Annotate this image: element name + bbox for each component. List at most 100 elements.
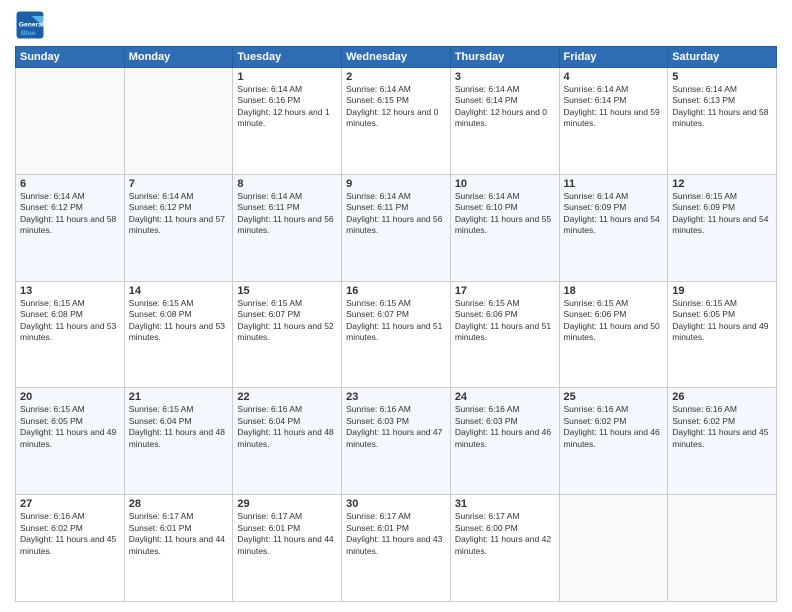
table-row: 15Sunrise: 6:15 AMSunset: 6:07 PMDayligh… [233, 281, 342, 388]
day-header-saturday: Saturday [668, 47, 777, 68]
logo: General Blue [15, 10, 45, 40]
table-row: 5Sunrise: 6:14 AMSunset: 6:13 PMDaylight… [668, 68, 777, 175]
day-number: 18 [564, 285, 664, 297]
day-info: Sunrise: 6:15 AMSunset: 6:05 PMDaylight:… [20, 404, 120, 450]
table-row: 30Sunrise: 6:17 AMSunset: 6:01 PMDayligh… [342, 495, 451, 602]
day-number: 17 [455, 285, 555, 297]
day-info: Sunrise: 6:15 AMSunset: 6:04 PMDaylight:… [129, 404, 229, 450]
table-row: 2Sunrise: 6:14 AMSunset: 6:15 PMDaylight… [342, 68, 451, 175]
table-row [559, 495, 668, 602]
day-info: Sunrise: 6:15 AMSunset: 6:07 PMDaylight:… [346, 298, 446, 344]
day-number: 6 [20, 178, 120, 190]
logo-icon: General Blue [15, 10, 45, 40]
day-number: 30 [346, 498, 446, 510]
day-number: 23 [346, 391, 446, 403]
day-info: Sunrise: 6:14 AMSunset: 6:10 PMDaylight:… [455, 191, 555, 237]
day-info: Sunrise: 6:16 AMSunset: 6:02 PMDaylight:… [564, 404, 664, 450]
day-info: Sunrise: 6:14 AMSunset: 6:11 PMDaylight:… [346, 191, 446, 237]
svg-text:General: General [19, 22, 44, 29]
day-number: 3 [455, 71, 555, 83]
page: General Blue SundayMondayTuesdayWednesda… [0, 0, 792, 612]
day-number: 4 [564, 71, 664, 83]
table-row: 19Sunrise: 6:15 AMSunset: 6:05 PMDayligh… [668, 281, 777, 388]
table-row [668, 495, 777, 602]
day-number: 2 [346, 71, 446, 83]
table-row: 23Sunrise: 6:16 AMSunset: 6:03 PMDayligh… [342, 388, 451, 495]
day-number: 29 [237, 498, 337, 510]
table-row: 12Sunrise: 6:15 AMSunset: 6:09 PMDayligh… [668, 174, 777, 281]
day-number: 26 [672, 391, 772, 403]
day-info: Sunrise: 6:15 AMSunset: 6:07 PMDaylight:… [237, 298, 337, 344]
day-header-friday: Friday [559, 47, 668, 68]
day-number: 25 [564, 391, 664, 403]
day-info: Sunrise: 6:14 AMSunset: 6:14 PMDaylight:… [564, 84, 664, 130]
day-number: 9 [346, 178, 446, 190]
day-number: 10 [455, 178, 555, 190]
header: General Blue [15, 10, 777, 40]
day-header-sunday: Sunday [16, 47, 125, 68]
table-row: 24Sunrise: 6:16 AMSunset: 6:03 PMDayligh… [450, 388, 559, 495]
table-row: 6Sunrise: 6:14 AMSunset: 6:12 PMDaylight… [16, 174, 125, 281]
day-info: Sunrise: 6:17 AMSunset: 6:00 PMDaylight:… [455, 511, 555, 557]
table-row [16, 68, 125, 175]
table-row: 4Sunrise: 6:14 AMSunset: 6:14 PMDaylight… [559, 68, 668, 175]
table-row: 7Sunrise: 6:14 AMSunset: 6:12 PMDaylight… [124, 174, 233, 281]
day-info: Sunrise: 6:14 AMSunset: 6:14 PMDaylight:… [455, 84, 555, 130]
table-row: 9Sunrise: 6:14 AMSunset: 6:11 PMDaylight… [342, 174, 451, 281]
day-number: 24 [455, 391, 555, 403]
day-number: 12 [672, 178, 772, 190]
day-info: Sunrise: 6:15 AMSunset: 6:06 PMDaylight:… [455, 298, 555, 344]
day-number: 8 [237, 178, 337, 190]
day-number: 15 [237, 285, 337, 297]
day-info: Sunrise: 6:17 AMSunset: 6:01 PMDaylight:… [237, 511, 337, 557]
table-row: 20Sunrise: 6:15 AMSunset: 6:05 PMDayligh… [16, 388, 125, 495]
table-row: 13Sunrise: 6:15 AMSunset: 6:08 PMDayligh… [16, 281, 125, 388]
table-row: 22Sunrise: 6:16 AMSunset: 6:04 PMDayligh… [233, 388, 342, 495]
day-header-monday: Monday [124, 47, 233, 68]
svg-text:Blue: Blue [21, 30, 36, 37]
day-info: Sunrise: 6:15 AMSunset: 6:06 PMDaylight:… [564, 298, 664, 344]
table-row: 17Sunrise: 6:15 AMSunset: 6:06 PMDayligh… [450, 281, 559, 388]
day-number: 28 [129, 498, 229, 510]
day-info: Sunrise: 6:14 AMSunset: 6:16 PMDaylight:… [237, 84, 337, 130]
table-row: 26Sunrise: 6:16 AMSunset: 6:02 PMDayligh… [668, 388, 777, 495]
day-info: Sunrise: 6:15 AMSunset: 6:05 PMDaylight:… [672, 298, 772, 344]
table-row: 3Sunrise: 6:14 AMSunset: 6:14 PMDaylight… [450, 68, 559, 175]
day-info: Sunrise: 6:17 AMSunset: 6:01 PMDaylight:… [346, 511, 446, 557]
table-row: 8Sunrise: 6:14 AMSunset: 6:11 PMDaylight… [233, 174, 342, 281]
day-header-tuesday: Tuesday [233, 47, 342, 68]
day-info: Sunrise: 6:15 AMSunset: 6:08 PMDaylight:… [20, 298, 120, 344]
day-info: Sunrise: 6:16 AMSunset: 6:02 PMDaylight:… [20, 511, 120, 557]
calendar-table: SundayMondayTuesdayWednesdayThursdayFrid… [15, 46, 777, 602]
table-row: 28Sunrise: 6:17 AMSunset: 6:01 PMDayligh… [124, 495, 233, 602]
day-number: 20 [20, 391, 120, 403]
day-info: Sunrise: 6:17 AMSunset: 6:01 PMDaylight:… [129, 511, 229, 557]
table-row: 21Sunrise: 6:15 AMSunset: 6:04 PMDayligh… [124, 388, 233, 495]
table-row: 31Sunrise: 6:17 AMSunset: 6:00 PMDayligh… [450, 495, 559, 602]
day-info: Sunrise: 6:14 AMSunset: 6:12 PMDaylight:… [20, 191, 120, 237]
table-row: 1Sunrise: 6:14 AMSunset: 6:16 PMDaylight… [233, 68, 342, 175]
table-row: 25Sunrise: 6:16 AMSunset: 6:02 PMDayligh… [559, 388, 668, 495]
day-info: Sunrise: 6:14 AMSunset: 6:12 PMDaylight:… [129, 191, 229, 237]
day-header-wednesday: Wednesday [342, 47, 451, 68]
day-info: Sunrise: 6:16 AMSunset: 6:04 PMDaylight:… [237, 404, 337, 450]
table-row: 29Sunrise: 6:17 AMSunset: 6:01 PMDayligh… [233, 495, 342, 602]
day-info: Sunrise: 6:16 AMSunset: 6:02 PMDaylight:… [672, 404, 772, 450]
day-info: Sunrise: 6:14 AMSunset: 6:15 PMDaylight:… [346, 84, 446, 130]
day-number: 22 [237, 391, 337, 403]
table-row: 11Sunrise: 6:14 AMSunset: 6:09 PMDayligh… [559, 174, 668, 281]
day-number: 7 [129, 178, 229, 190]
table-row: 27Sunrise: 6:16 AMSunset: 6:02 PMDayligh… [16, 495, 125, 602]
day-number: 27 [20, 498, 120, 510]
table-row: 16Sunrise: 6:15 AMSunset: 6:07 PMDayligh… [342, 281, 451, 388]
day-info: Sunrise: 6:15 AMSunset: 6:09 PMDaylight:… [672, 191, 772, 237]
day-info: Sunrise: 6:16 AMSunset: 6:03 PMDaylight:… [346, 404, 446, 450]
day-number: 13 [20, 285, 120, 297]
day-info: Sunrise: 6:14 AMSunset: 6:11 PMDaylight:… [237, 191, 337, 237]
day-header-thursday: Thursday [450, 47, 559, 68]
day-number: 31 [455, 498, 555, 510]
day-number: 5 [672, 71, 772, 83]
table-row: 14Sunrise: 6:15 AMSunset: 6:08 PMDayligh… [124, 281, 233, 388]
day-info: Sunrise: 6:16 AMSunset: 6:03 PMDaylight:… [455, 404, 555, 450]
table-row: 18Sunrise: 6:15 AMSunset: 6:06 PMDayligh… [559, 281, 668, 388]
